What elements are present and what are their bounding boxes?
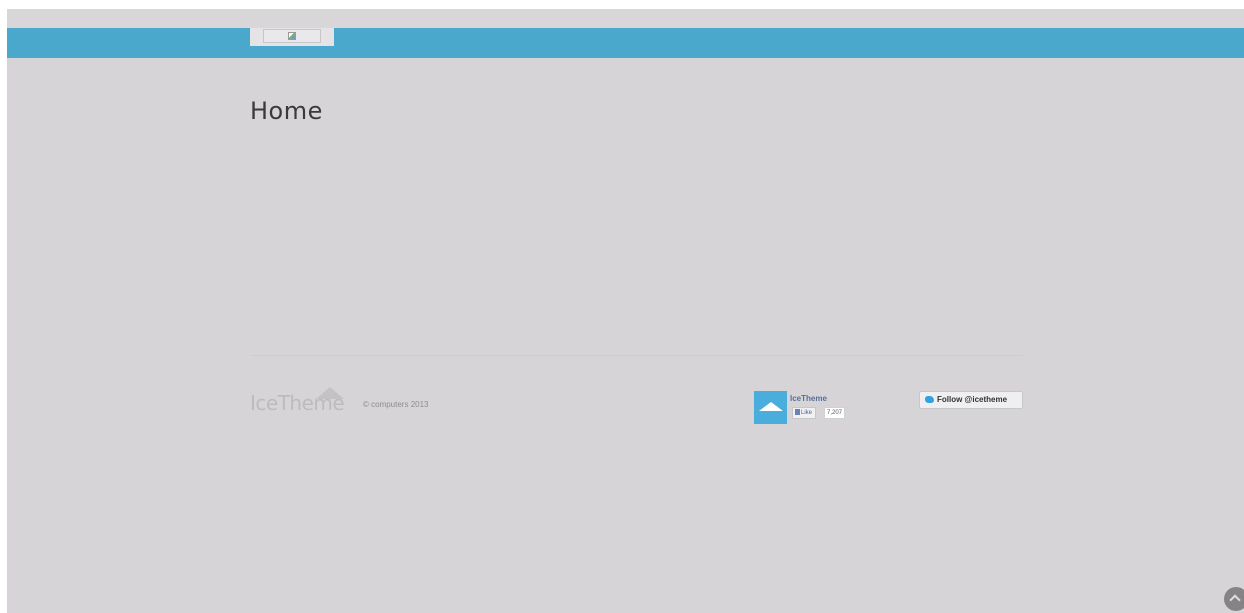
site-logo-link[interactable]: [250, 28, 334, 46]
facebook-page-name[interactable]: IceTheme: [790, 394, 827, 403]
mountain-icon: [759, 402, 783, 411]
top-strip: [7, 9, 1244, 28]
facebook-like-button[interactable]: Like: [792, 407, 817, 419]
facebook-page-avatar[interactable]: [754, 391, 787, 424]
facebook-like-label: Like: [801, 410, 813, 416]
thumbs-up-icon: [795, 409, 800, 415]
chevron-up-icon: [1229, 594, 1241, 606]
broken-image-icon: [288, 32, 296, 40]
twitter-bird-icon: [925, 396, 934, 403]
twitter-follow-label: Follow @icetheme: [937, 395, 1008, 404]
facebook-like-count: 7,207: [824, 407, 846, 419]
footer-logo[interactable]: IceTheme: [250, 387, 345, 415]
scroll-to-top-button[interactable]: [1224, 587, 1244, 611]
header-bar: [7, 28, 1244, 58]
footer-divider: [250, 355, 1023, 356]
site-logo-image[interactable]: [263, 29, 321, 43]
browser-viewport: Home IceTheme © computers 2013 IceTheme …: [7, 9, 1244, 613]
page-title: Home: [250, 97, 323, 125]
mountain-icon: [316, 387, 344, 399]
twitter-follow-button[interactable]: Follow @icetheme: [919, 391, 1023, 409]
copyright-text: © computers 2013: [363, 400, 429, 409]
facebook-like-box: IceTheme Like 7,207: [754, 391, 864, 427]
